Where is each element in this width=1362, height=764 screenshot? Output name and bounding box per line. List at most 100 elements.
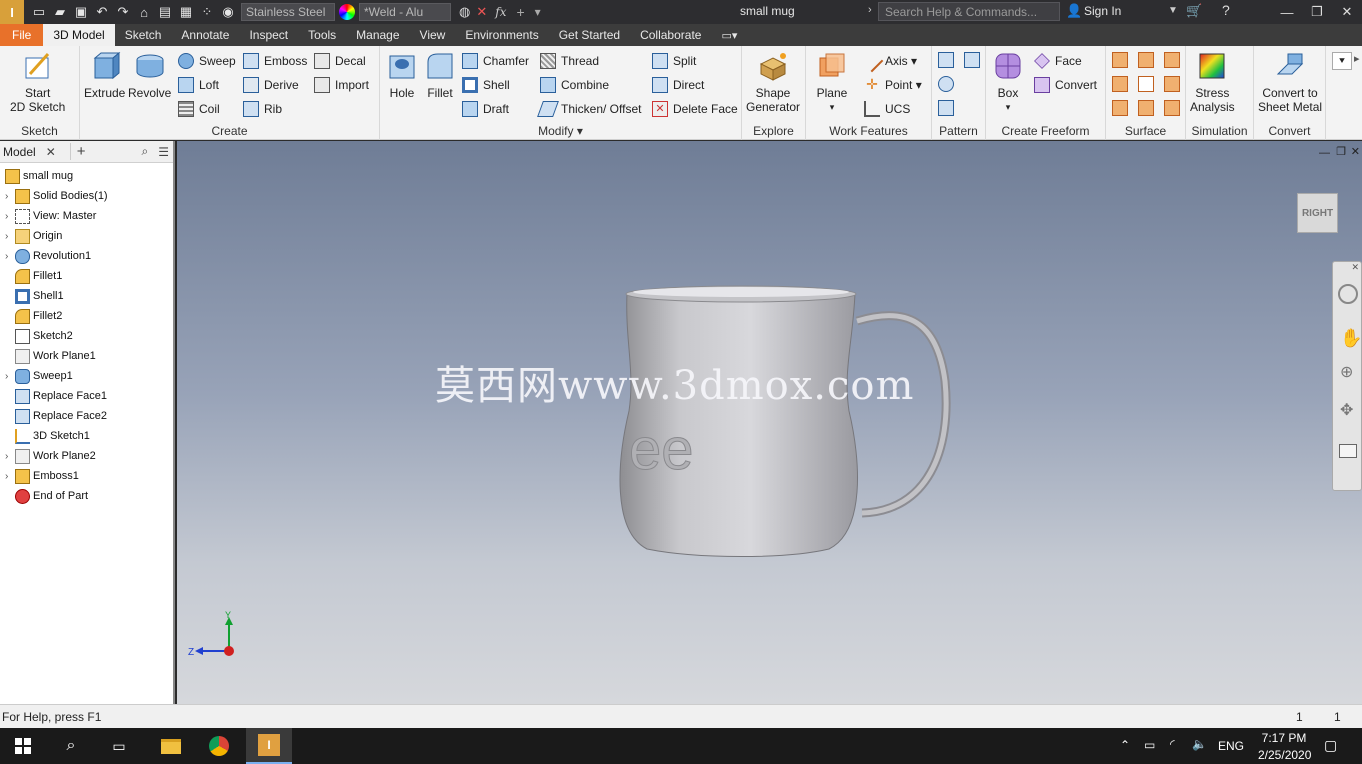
fit-mesh-face-icon[interactable] <box>1164 100 1180 116</box>
orbit-icon[interactable]: ✥ <box>1340 400 1353 420</box>
revolve-button[interactable]: Revolve <box>128 50 171 100</box>
tree-item[interactable]: › Origin <box>0 226 62 246</box>
freeform-box-button[interactable]: Box ▾ <box>992 50 1024 114</box>
tab-sketch[interactable]: Sketch <box>115 24 172 46</box>
boundary-patch-icon[interactable] <box>1164 76 1180 92</box>
freeform-convert-button[interactable]: Convert <box>1034 77 1097 93</box>
select-icon[interactable]: ⁘ <box>198 3 216 21</box>
tab-manage[interactable]: Manage <box>346 24 409 46</box>
undo-icon[interactable]: ↶ <box>93 3 111 21</box>
tab-view[interactable]: View <box>410 24 456 46</box>
expand-chevron-icon[interactable]: › <box>5 231 15 242</box>
tab-inspect[interactable]: Inspect <box>239 24 298 46</box>
appearance-wheel-icon[interactable] <box>339 4 355 20</box>
expand-chevron-icon[interactable]: › <box>5 191 15 202</box>
direct-button[interactable]: Direct <box>652 77 704 93</box>
navbar-close-icon[interactable]: ✕ <box>1351 262 1359 273</box>
tab-environments[interactable]: Environments <box>455 24 548 46</box>
delete-face-button[interactable]: ✕ Delete Face <box>652 101 738 117</box>
tree-item[interactable]: Replace Face1 <box>0 386 107 406</box>
shell-button[interactable]: Shell <box>462 77 510 93</box>
search-input[interactable]: Search Help & Commands... <box>878 2 1060 21</box>
steering-wheel-icon[interactable] <box>1338 284 1358 304</box>
stress-analysis-button[interactable]: Stress Analysis <box>1190 50 1235 114</box>
expand-chevron-icon[interactable]: › <box>5 371 15 382</box>
tree-item[interactable]: Replace Face2 <box>0 406 107 426</box>
shape-generator-button[interactable]: Shape Generator <box>746 50 800 114</box>
expand-chevron-icon[interactable]: › <box>5 451 15 462</box>
graphics-viewport[interactable]: — ❐ ✕ ee 莫西网www.3dmox.com RIGHT ✕ ✋ ⊕ ✥ <box>177 141 1362 704</box>
tab-tools[interactable]: Tools <box>298 24 346 46</box>
open-icon[interactable]: ▰ <box>51 3 69 21</box>
windows-start-icon[interactable] <box>0 728 46 764</box>
rectangular-pattern-icon[interactable] <box>938 52 954 68</box>
volume-icon[interactable]: 🔈 <box>1192 737 1207 751</box>
split-button[interactable]: Split <box>652 53 696 69</box>
tab-annotate[interactable]: Annotate <box>171 24 239 46</box>
tree-item[interactable]: › Sweep1 <box>0 366 73 386</box>
thicken-offset-button[interactable]: Thicken/ Offset <box>537 101 641 117</box>
freeform-face-button[interactable]: Face <box>1034 53 1082 69</box>
clock[interactable]: 7:17 PM 2/25/2020 <box>1258 731 1311 762</box>
tree-item[interactable]: Fillet2 <box>0 306 62 326</box>
tree-item-root[interactable]: small mug <box>0 166 73 186</box>
tree-item[interactable]: › Solid Bodies(1) <box>0 186 108 206</box>
draft-button[interactable]: Draft <box>462 101 509 117</box>
ribbon-scroll-icon[interactable]: ▸ <box>1354 52 1360 65</box>
ucs-button[interactable]: UCS <box>864 101 910 117</box>
new-icon[interactable]: ▭ <box>30 3 48 21</box>
ribbon-options-icon[interactable]: ▭▾ <box>711 24 747 46</box>
parameters-fx-icon[interactable]: fx <box>495 5 506 19</box>
home-icon[interactable]: ⌂ <box>135 3 153 21</box>
restore-icon[interactable]: ❐ <box>1302 0 1332 24</box>
inventor-taskbar-icon[interactable]: I <box>246 728 292 764</box>
expand-chevron-icon[interactable]: › <box>5 251 15 262</box>
axis-button[interactable]: Axis ▾ <box>860 49 917 73</box>
plane-button[interactable]: Plane ▾ <box>816 50 848 114</box>
loft-button[interactable]: Loft <box>178 77 219 93</box>
tree-item[interactable]: Work Plane1 <box>0 346 96 366</box>
panel-title-modify[interactable]: Modify ▾ <box>380 124 741 138</box>
mug-model[interactable]: ee <box>607 281 957 566</box>
help-icon[interactable]: ? <box>1222 2 1230 18</box>
wifi-icon[interactable]: ◜ <box>1170 737 1175 751</box>
tab-3d-model[interactable]: 3D Model <box>43 24 115 46</box>
extend-icon[interactable] <box>1138 76 1154 92</box>
tree-item[interactable]: Shell1 <box>0 286 64 306</box>
import-button[interactable]: Import <box>314 77 369 93</box>
notifications-icon[interactable]: ▢ <box>1324 737 1337 754</box>
redo-icon[interactable]: ↷ <box>114 3 132 21</box>
save-icon[interactable]: ▣ <box>72 3 90 21</box>
fillet-button[interactable]: Fillet <box>424 50 456 100</box>
chrome-icon[interactable] <box>196 728 242 764</box>
expand-chevron-icon[interactable]: › <box>5 211 15 222</box>
viewport-restore-icon[interactable]: ❐ <box>1336 145 1346 158</box>
tree-item[interactable]: › Emboss1 <box>0 466 79 486</box>
inventor-logo-icon[interactable]: I <box>0 0 24 24</box>
file-explorer-icon[interactable] <box>148 728 194 764</box>
browser-menu-icon[interactable]: ☰ <box>158 145 169 159</box>
expand-chevron-icon[interactable]: › <box>5 471 15 482</box>
patch-icon[interactable] <box>1164 52 1180 68</box>
customize-menu-icon[interactable]: ▾ <box>535 5 541 19</box>
cart-icon[interactable]: 🛒 <box>1186 3 1202 19</box>
sketch-pattern-icon[interactable] <box>938 100 954 116</box>
look-at-icon[interactable] <box>1339 444 1357 458</box>
extrude-button[interactable]: Extrude <box>84 50 125 100</box>
trim-icon[interactable] <box>1112 76 1128 92</box>
minimize-icon[interactable]: — <box>1272 0 1302 24</box>
sign-in-link[interactable]: Sign In <box>1084 4 1121 18</box>
convert-to-sheet-metal-button[interactable]: Convert to Sheet Metal <box>1258 50 1322 114</box>
material-sphere-icon[interactable]: ◉ <box>219 3 237 21</box>
tree-item[interactable]: Fillet1 <box>0 266 62 286</box>
thread-button[interactable]: Thread <box>540 53 599 69</box>
adjust-icon[interactable]: ◍ <box>459 4 470 20</box>
hole-button[interactable]: Hole <box>386 50 418 100</box>
stitch-icon[interactable] <box>1112 52 1128 68</box>
tree-item[interactable]: › View: Master <box>0 206 96 226</box>
pan-icon[interactable]: ✋ <box>1340 328 1362 349</box>
viewcube[interactable]: RIGHT <box>1297 193 1338 233</box>
start-2d-sketch-button[interactable]: Start 2D Sketch <box>10 50 65 114</box>
update-icon[interactable]: ▤ <box>156 3 174 21</box>
emboss-button[interactable]: Emboss <box>243 53 307 69</box>
